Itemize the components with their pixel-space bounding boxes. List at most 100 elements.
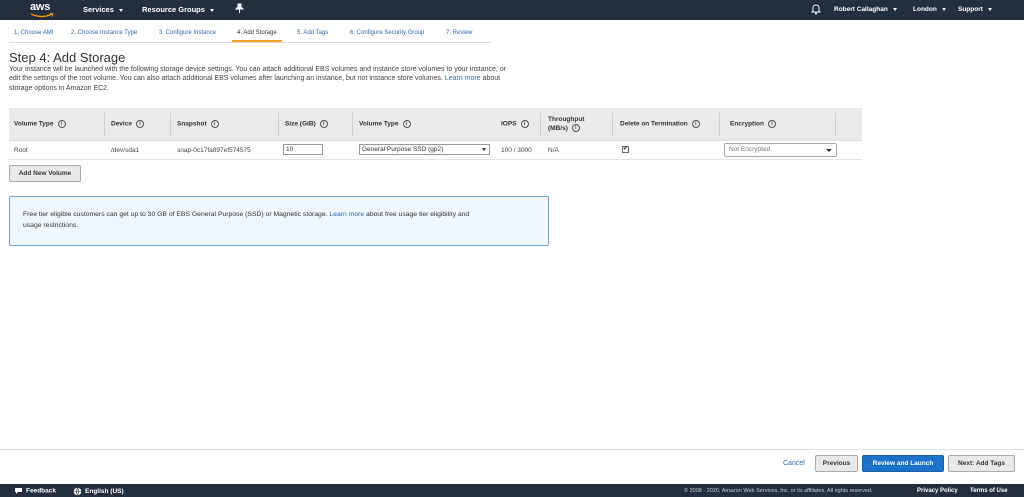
top-navigation-bar: aws Services Resource Groups Robert Call… xyxy=(0,0,1024,20)
user-menu[interactable]: Robert Callaghan xyxy=(834,6,897,13)
column-divider xyxy=(278,113,279,136)
page-intro: Your instance will be launched with the … xyxy=(9,65,549,93)
support-label: Support xyxy=(958,6,983,13)
speech-bubble-icon xyxy=(15,488,22,494)
footer-bar: Feedback English (US) © 2008 - 2020, Ama… xyxy=(0,484,1024,497)
aws-logo[interactable]: aws xyxy=(30,1,56,19)
header-size: Size (GiB) i xyxy=(285,120,328,128)
actions-divider xyxy=(0,449,1024,450)
notifications-bell-icon[interactable] xyxy=(810,3,822,17)
services-label: Services xyxy=(83,5,114,14)
chevron-down-icon xyxy=(209,8,214,12)
aws-logo-text: aws xyxy=(30,1,51,13)
header-encryption: Encryption i xyxy=(730,120,776,128)
chevron-down-icon xyxy=(941,7,946,11)
column-divider xyxy=(612,113,613,136)
step-choose-instance-type[interactable]: 2. Choose Instance Type xyxy=(66,28,142,42)
intro-line-1: Your instance will be launched with the … xyxy=(9,66,507,73)
free-tier-notice: Free tier eligible customers can get up … xyxy=(9,196,549,246)
column-divider xyxy=(352,113,353,136)
feedback-label: Feedback xyxy=(26,487,56,495)
step-choose-ami[interactable]: 1. Choose AMI xyxy=(9,28,58,42)
encryption-select[interactable]: Not Encrypted xyxy=(724,143,837,157)
feedback-link[interactable]: Feedback xyxy=(14,487,56,495)
column-divider xyxy=(835,113,836,136)
header-delete-on-termination: Delete on Termination i xyxy=(620,120,700,128)
encryption-select-value: Not Encrypted xyxy=(729,146,771,153)
privacy-policy-link[interactable]: Privacy Policy xyxy=(917,488,958,494)
learn-more-link[interactable]: Learn more xyxy=(445,75,481,82)
notice-line-1: Free tier eligible customers can get up … xyxy=(23,209,535,220)
step-configure-instance[interactable]: 3. Configure Instance xyxy=(154,28,221,42)
intro-line-2: edit the settings of the root volume. Yo… xyxy=(9,74,549,83)
aws-smile-icon xyxy=(30,13,54,18)
previous-button[interactable]: Previous xyxy=(815,455,858,472)
resource-groups-label: Resource Groups xyxy=(142,5,205,14)
step-add-storage[interactable]: 4. Add Storage xyxy=(232,28,282,42)
wizard-divider xyxy=(9,42,491,43)
header-volume-type-2: Volume Type i xyxy=(359,120,411,128)
delete-on-termination-checkbox[interactable]: ✔ xyxy=(622,146,629,153)
info-icon[interactable]: i xyxy=(402,120,411,128)
table-header: Volume Type i Device i Snapshot i Size (GiB… xyxy=(9,108,862,141)
column-divider xyxy=(540,113,541,136)
size-input[interactable]: 10 xyxy=(283,144,323,155)
info-icon[interactable]: i xyxy=(767,120,776,128)
wizard-steps: 1. Choose AMI 2. Choose Instance Type 3.… xyxy=(9,28,491,42)
intro-line-3: storage options in Amazon EC2. xyxy=(9,84,110,92)
language-label: English (US) xyxy=(85,488,124,496)
language-selector[interactable]: English (US) xyxy=(73,487,124,496)
cell-snapshot: snap-0c17fa897ef574575 xyxy=(177,147,251,154)
next-add-tags-button[interactable]: Next: Add Tags xyxy=(948,455,1015,472)
support-menu[interactable]: Support xyxy=(958,6,992,13)
info-icon[interactable]: i xyxy=(57,120,66,128)
region-menu[interactable]: London xyxy=(913,6,946,13)
terms-of-use-link[interactable]: Terms of Use xyxy=(970,488,1008,494)
header-throughput: Throughput (MB/s) i xyxy=(548,116,585,133)
table-row: Root /dev/sda1 snap-0c17fa897ef574575 10… xyxy=(9,141,862,160)
step-review[interactable]: 7. Review xyxy=(441,28,477,42)
volume-type-select[interactable]: General Purpose SSD (gp2) xyxy=(359,144,490,155)
services-menu[interactable]: Services xyxy=(83,5,123,14)
copyright-text: © 2008 - 2020, Amazon Web Services, Inc.… xyxy=(684,488,873,494)
notice-text-2: about free usage tier eligibility and xyxy=(366,211,470,218)
resource-groups-menu[interactable]: Resource Groups xyxy=(142,5,214,14)
globe-icon xyxy=(73,487,82,496)
cancel-link[interactable]: Cancel xyxy=(783,460,805,467)
chevron-down-icon xyxy=(987,7,992,11)
cell-device: /dev/sda1 xyxy=(111,147,140,154)
info-icon[interactable]: i xyxy=(520,120,529,128)
column-divider xyxy=(104,113,105,136)
pin-icon[interactable] xyxy=(234,3,245,16)
user-name-label: Robert Callaghan xyxy=(834,6,888,13)
notice-learn-more-link[interactable]: Learn more xyxy=(329,211,364,218)
column-divider xyxy=(170,113,171,136)
cell-iops: 100 / 3000 xyxy=(501,147,532,154)
info-icon[interactable]: i xyxy=(691,120,700,128)
cell-throughput: N/A xyxy=(548,147,559,154)
chevron-down-icon xyxy=(118,8,123,12)
page-title: Step 4: Add Storage xyxy=(9,50,126,65)
chevron-down-icon xyxy=(482,148,486,151)
step-configure-security-group[interactable]: 6. Configure Security Group xyxy=(345,28,429,42)
header-iops: IOPS i xyxy=(501,120,529,128)
chevron-down-icon xyxy=(826,149,832,152)
notice-text: Free tier eligible customers can get up … xyxy=(23,211,328,218)
cell-volume-type: Root xyxy=(14,147,28,154)
notice-line-2: usage restrictions. xyxy=(23,222,79,229)
intro-about-text: about xyxy=(482,75,501,83)
header-volume-type: Volume Type i xyxy=(14,120,66,128)
chevron-down-icon xyxy=(892,7,897,11)
region-label: London xyxy=(913,6,937,13)
info-icon[interactable]: i xyxy=(135,120,144,128)
storage-table: Volume Type i Device i Snapshot i Size (GiB… xyxy=(9,108,862,161)
intro-line-2-text: edit the settings of the root volume. Yo… xyxy=(9,75,443,83)
header-snapshot: Snapshot i xyxy=(177,120,219,128)
info-icon[interactable]: i xyxy=(210,120,219,128)
volume-type-select-value: General Purpose SSD (gp2) xyxy=(362,146,444,153)
info-icon[interactable]: i xyxy=(571,124,580,133)
step-add-tags[interactable]: 5. Add Tags xyxy=(292,28,333,42)
info-icon[interactable]: i xyxy=(319,120,328,128)
review-and-launch-button[interactable]: Review and Launch xyxy=(862,455,944,472)
add-new-volume-button[interactable]: Add New Volume xyxy=(9,165,81,182)
